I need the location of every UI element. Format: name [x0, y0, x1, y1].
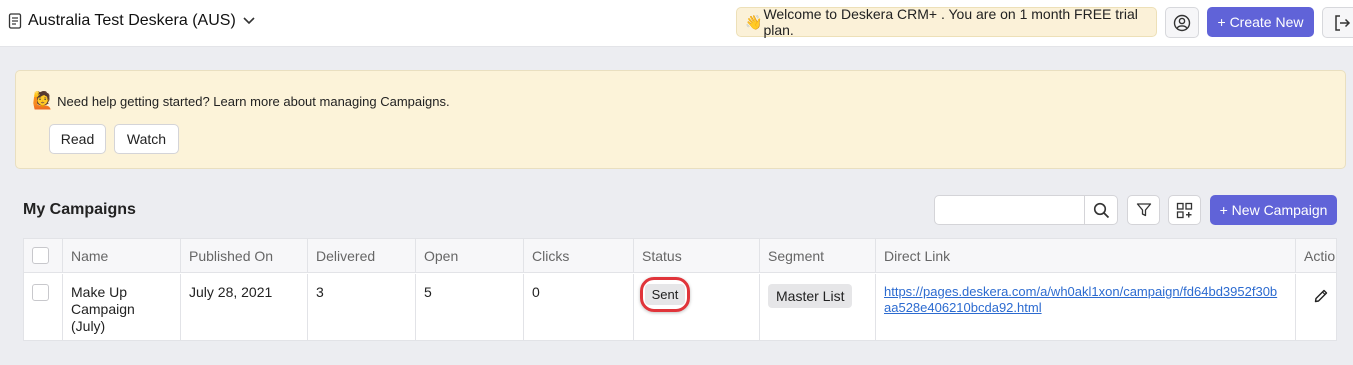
profile-button[interactable] [1165, 7, 1199, 38]
chevron-down-icon [243, 17, 255, 25]
column-header-name[interactable]: Name [63, 239, 181, 272]
table-header: Name Published On Delivered Open Clicks … [24, 239, 1336, 273]
filter-button[interactable] [1127, 195, 1160, 225]
direct-link-cell: https://pages.deskera.com/a/wh0akl1xon/c… [876, 274, 1296, 340]
section-title: My Campaigns [23, 201, 136, 218]
grid-plus-icon [1176, 202, 1193, 218]
column-header-actions[interactable]: Actions [1296, 239, 1336, 272]
help-message: 🙋 Need help getting started? Learn more … [32, 91, 450, 111]
search-icon [1093, 202, 1110, 218]
create-new-button[interactable]: + Create New [1207, 7, 1314, 37]
add-column-button[interactable] [1168, 195, 1201, 225]
column-header-direct-link[interactable]: Direct Link [876, 239, 1296, 272]
trial-banner: 👋 Welcome to Deskera CRM+ . You are on 1… [736, 6, 1157, 38]
campaign-name[interactable]: Make Up Campaign (July) [63, 274, 181, 340]
delivered-count: 3 [308, 274, 416, 340]
new-campaign-button[interactable]: + New Campaign [1210, 195, 1337, 225]
actions-cell [1296, 274, 1336, 340]
row-select-cell [24, 274, 63, 340]
column-header-published-on[interactable]: Published On [181, 239, 308, 272]
logout-icon [1335, 14, 1351, 31]
column-header-delivered[interactable]: Delivered [308, 239, 416, 272]
read-button[interactable]: Read [49, 124, 106, 154]
column-header-open[interactable]: Open [416, 239, 524, 272]
row-checkbox[interactable] [32, 284, 49, 301]
search-box [934, 195, 1118, 225]
select-all-cell [24, 239, 63, 272]
watch-button[interactable]: Watch [114, 124, 179, 154]
segment-badge: Master List [768, 284, 853, 308]
column-header-status[interactable]: Status [634, 239, 760, 272]
trial-banner-text: Welcome to Deskera CRM+ . You are on 1 m… [763, 6, 1138, 38]
table-row[interactable]: Make Up Campaign (July) July 28, 2021 3 … [24, 274, 1336, 340]
column-header-segment[interactable]: Segment [760, 239, 876, 272]
document-icon [8, 13, 22, 29]
help-banner: 🙋 Need help getting started? Learn more … [15, 70, 1346, 169]
status-highlight: Sent [640, 277, 690, 312]
column-header-clicks[interactable]: Clicks [524, 239, 634, 272]
top-bar: Australia Test Deskera (AUS) 👋 Welcome t… [0, 0, 1353, 47]
user-circle-icon [1173, 14, 1191, 31]
wave-icon: 👋 [745, 13, 763, 30]
published-on: July 28, 2021 [181, 274, 308, 340]
search-button[interactable] [1084, 196, 1118, 224]
logout-button[interactable] [1322, 7, 1353, 38]
select-all-checkbox[interactable] [32, 247, 49, 264]
filter-icon [1136, 203, 1151, 217]
org-switcher[interactable]: Australia Test Deskera (AUS) [8, 12, 256, 30]
open-count: 5 [416, 274, 524, 340]
edit-pencil-icon[interactable] [1313, 288, 1329, 304]
raising-hand-icon: 🙋 [32, 91, 54, 110]
status-cell: Sent [634, 274, 760, 340]
direct-link[interactable]: https://pages.deskera.com/a/wh0akl1xon/c… [884, 274, 1284, 316]
campaigns-table: Name Published On Delivered Open Clicks … [23, 238, 1337, 341]
clicks-count: 0 [524, 274, 634, 340]
org-name: Australia Test Deskera (AUS) [28, 12, 236, 29]
help-text: Need help getting started? Learn more ab… [57, 93, 450, 109]
segment-cell: Master List [760, 274, 876, 340]
search-input[interactable] [935, 196, 1085, 224]
status-badge: Sent [644, 284, 686, 305]
